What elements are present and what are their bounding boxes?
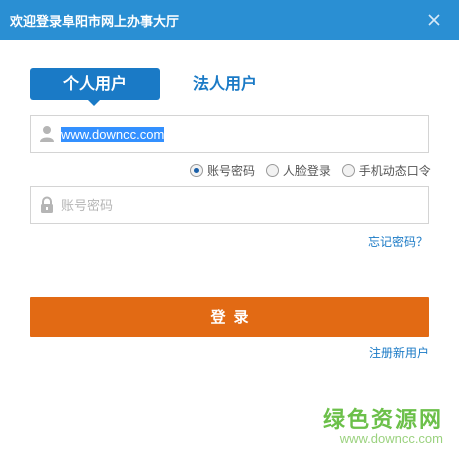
user-icon	[39, 125, 55, 143]
password-field[interactable]	[30, 186, 429, 224]
radio-button-checked	[190, 164, 203, 177]
tab-personal-user-label: 个人用户	[62, 74, 127, 93]
radio-face-login[interactable]: 人脸登录	[265, 162, 331, 179]
watermark-logo-text: 绿色资源网	[322, 408, 443, 433]
radio-mobile-token[interactable]: 手机动态口令	[341, 162, 431, 179]
password-input[interactable]	[61, 187, 421, 223]
tab-personal-user[interactable]: 个人用户	[30, 68, 160, 106]
lock-icon	[39, 196, 55, 214]
login-button-label: 登录	[210, 308, 257, 326]
watermark: 绿色资源网 www.downcc.com	[323, 402, 443, 450]
radio-button	[265, 164, 279, 177]
radio-label: 人脸登录	[282, 164, 331, 178]
register-link[interactable]: 注册新用户	[369, 344, 429, 361]
login-method-group: 账号密码 人脸登录 手机动态口令	[190, 162, 438, 180]
login-button[interactable]: 登录	[30, 297, 429, 337]
title-bar: 欢迎登录阜阳市网上办事大厅	[0, 0, 459, 40]
active-tab-pointer	[88, 100, 100, 106]
username-input[interactable]	[61, 116, 421, 152]
radio-button	[341, 164, 355, 177]
close-icon[interactable]	[424, 10, 444, 30]
tab-legal-user[interactable]: 法人用户	[175, 68, 275, 100]
radio-label: 账号密码	[207, 164, 256, 178]
radio-label: 手机动态口令	[358, 164, 431, 178]
radio-account-password[interactable]: 账号密码	[190, 162, 255, 179]
window-title: 欢迎登录阜阳市网上办事大厅	[10, 15, 180, 30]
forgot-password-link[interactable]: 忘记密码？	[368, 233, 428, 250]
watermark-url: www.downcc.com	[339, 431, 443, 446]
username-field[interactable]	[30, 115, 429, 153]
